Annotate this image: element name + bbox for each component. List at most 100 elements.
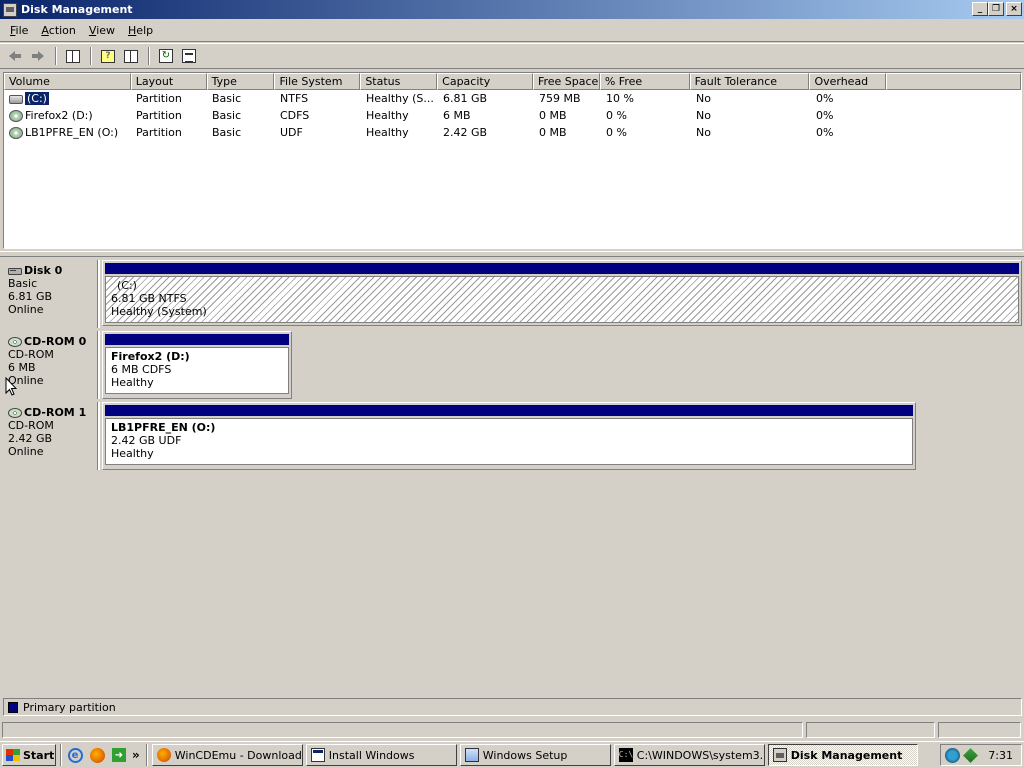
- show-hide-tree-button[interactable]: [62, 46, 84, 66]
- volume-name: LB1PFRE_EN (O:): [25, 126, 119, 139]
- menu-bar: File Action View Help: [0, 20, 1024, 42]
- quicklaunch-firefox[interactable]: [88, 746, 106, 764]
- firefox-icon: [156, 748, 171, 762]
- safely-remove-hardware-icon[interactable]: [963, 747, 978, 763]
- partition-d[interactable]: Firefox2 (D:) 6 MB CDFS Healthy: [102, 331, 292, 399]
- column-free-space[interactable]: Free Space: [532, 73, 600, 90]
- cdrom-1-type: CD-ROM: [8, 419, 54, 432]
- partition-o-detail: 2.42 GB UDF: [111, 434, 182, 447]
- cell-capacity: 6.81 GB: [443, 92, 488, 105]
- menu-help-label: elp: [136, 24, 154, 37]
- cdrom-1-label[interactable]: CD-ROM 1 CD-ROM 2.42 GB Online: [3, 402, 100, 470]
- cell-overhead: 0%: [816, 126, 834, 139]
- taskbar: Start e ➜ » WinCDEmu - Download... Insta…: [0, 741, 1024, 768]
- menu-file[interactable]: File: [4, 24, 35, 37]
- quicklaunch-run[interactable]: ➜: [110, 746, 128, 764]
- console-tree-icon: [66, 49, 80, 63]
- cd-rom-icon: [8, 407, 22, 418]
- task-wincdemu[interactable]: WinCDEmu - Download...: [151, 744, 303, 766]
- refresh-button[interactable]: ↻: [155, 46, 177, 66]
- cell-overhead: 0%: [816, 92, 834, 105]
- network-icon[interactable]: [945, 747, 960, 763]
- task-disk-management-label: Disk Management: [790, 748, 903, 762]
- command-prompt-icon: C:\: [618, 748, 633, 762]
- cell-capacity: 6 MB: [443, 109, 471, 122]
- cdrom-0-name-row: CD-ROM 0: [8, 335, 98, 348]
- quicklaunch-ie[interactable]: e: [66, 746, 84, 764]
- partition-d-body[interactable]: Firefox2 (D:) 6 MB CDFS Healthy: [105, 347, 289, 394]
- column-layout[interactable]: Layout: [130, 73, 207, 90]
- partition-c-body[interactable]: (C:) 6.81 GB NTFS Healthy (System): [105, 276, 1019, 323]
- partition-o-body[interactable]: LB1PFRE_EN (O:) 2.42 GB UDF Healthy: [105, 418, 913, 465]
- volume-name: Firefox2 (D:): [25, 109, 93, 122]
- hard-disk-icon: [8, 267, 22, 275]
- cell-type: Basic: [212, 109, 242, 122]
- volume-list[interactable]: Volume Layout Type File System Status Ca…: [3, 72, 1022, 249]
- menu-action[interactable]: Action: [35, 24, 82, 37]
- cdrom-0-label[interactable]: CD-ROM 0 CD-ROM 6 MB Online: [3, 331, 100, 399]
- partition-d-name: Firefox2 (D:): [111, 350, 190, 363]
- cell-volume: LB1PFRE_EN (O:): [4, 126, 131, 139]
- start-button[interactable]: Start: [2, 744, 56, 766]
- cdrom-0-name: CD-ROM 0: [24, 335, 87, 348]
- column-file-system[interactable]: File System: [274, 73, 361, 90]
- restore-button[interactable]: ❐: [988, 2, 1004, 16]
- partition-o-name: LB1PFRE_EN (O:): [111, 421, 216, 434]
- primary-partition-bar: [105, 334, 289, 345]
- task-windows-setup[interactable]: Windows Setup: [459, 744, 611, 766]
- cell-percent-free: 10 %: [606, 92, 634, 105]
- menu-view[interactable]: View: [83, 24, 122, 37]
- help-button[interactable]: ?: [97, 46, 119, 66]
- task-command-prompt[interactable]: C:\ C:\WINDOWS\system3...: [613, 744, 765, 766]
- windows-flag-icon: [6, 749, 20, 761]
- column-filler: [886, 73, 1021, 90]
- back-button[interactable]: [4, 46, 26, 66]
- close-button[interactable]: ×: [1006, 2, 1022, 16]
- task-install-windows-label: Install Windows: [328, 748, 415, 762]
- column-type[interactable]: Type: [206, 73, 275, 90]
- table-row[interactable]: LB1PFRE_EN (O:) Partition Basic UDF Healthy 2…: [4, 124, 1021, 141]
- cd-rom-icon: [8, 336, 22, 347]
- menu-view-label: iew: [96, 24, 116, 37]
- partition-c[interactable]: (C:) 6.81 GB NTFS Healthy (System): [102, 260, 1022, 326]
- partition-o[interactable]: LB1PFRE_EN (O:) 2.42 GB UDF Healthy: [102, 402, 916, 470]
- forward-button[interactable]: [27, 46, 49, 66]
- pane-splitter[interactable]: [0, 251, 1024, 257]
- partition-d-status: Healthy: [111, 376, 154, 389]
- taskbar-separator: [60, 744, 62, 766]
- cell-layout: Partition: [136, 126, 182, 139]
- volume-list-header: Volume Layout Type File System Status Ca…: [4, 73, 1021, 90]
- disk-0-type: Basic: [8, 277, 38, 290]
- menu-action-label: ction: [48, 24, 76, 37]
- task-install-windows[interactable]: Install Windows: [305, 744, 457, 766]
- cell-fault-tolerance: No: [696, 92, 711, 105]
- taskbar-separator: [145, 744, 148, 766]
- quicklaunch-more-button[interactable]: »: [132, 748, 140, 762]
- disk-management-icon[interactable]: [3, 2, 17, 17]
- cdrom-1-name: CD-ROM 1: [24, 406, 87, 419]
- column-overhead[interactable]: Overhead: [809, 73, 887, 90]
- menu-action-accel: A: [41, 24, 49, 37]
- disk-0-label[interactable]: Disk 0 Basic 6.81 GB Online: [3, 260, 100, 328]
- column-fault-tolerance[interactable]: Fault Tolerance: [689, 73, 810, 90]
- cell-layout: Partition: [136, 92, 182, 105]
- forward-arrow-icon: [32, 51, 44, 61]
- task-command-prompt-label: C:\WINDOWS\system3...: [636, 748, 765, 762]
- clock[interactable]: 7:31: [988, 749, 1013, 762]
- table-row[interactable]: (C:) Partition Basic NTFS Healthy (S... 6.81 …: [4, 90, 1021, 107]
- minimize-button[interactable]: _: [972, 2, 988, 16]
- column-percent-free[interactable]: % Free: [599, 73, 690, 90]
- properties-button[interactable]: [178, 46, 200, 66]
- disk-0-name-row: Disk 0: [8, 264, 98, 277]
- column-capacity[interactable]: Capacity: [437, 73, 533, 90]
- menu-help[interactable]: Help: [122, 24, 160, 37]
- column-status[interactable]: Status: [360, 73, 438, 90]
- action-pane-button[interactable]: [120, 46, 142, 66]
- properties-icon: [182, 49, 196, 63]
- disk-graphical-view: Disk 0 Basic 6.81 GB Online (C:) 6.81 GB…: [3, 258, 1022, 695]
- task-disk-management[interactable]: Disk Management: [767, 744, 918, 766]
- table-row[interactable]: Firefox2 (D:) Partition Basic CDFS Healthy 6 …: [4, 107, 1021, 124]
- cell-free-space: 0 MB: [539, 126, 567, 139]
- column-volume[interactable]: Volume: [4, 73, 131, 90]
- primary-partition-bar: [105, 263, 1019, 274]
